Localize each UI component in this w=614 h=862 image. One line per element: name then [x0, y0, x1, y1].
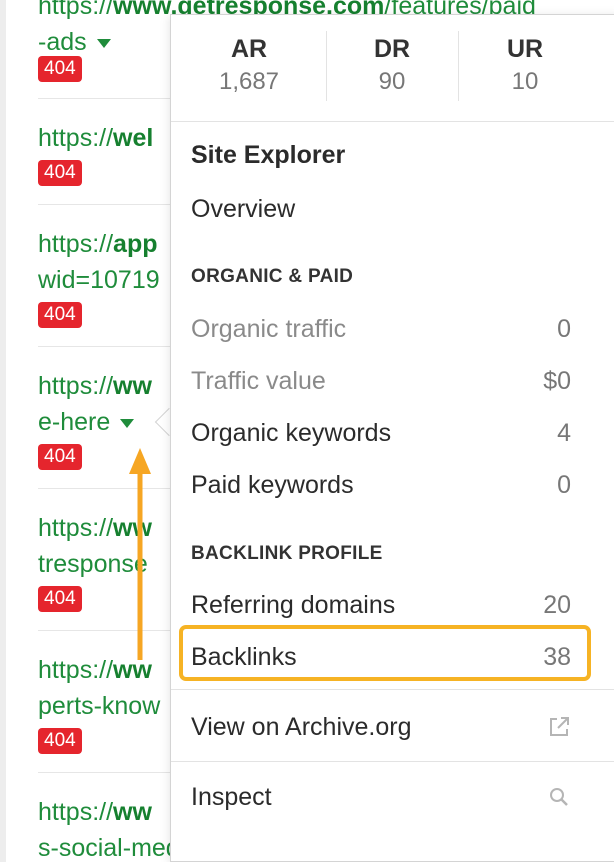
site-explorer-heading: Site Explorer	[191, 141, 346, 169]
status-badge: 404	[38, 586, 82, 612]
menu-item-organic-keywords[interactable]: Organic keywords 4	[191, 415, 571, 451]
status-badge: 404	[38, 160, 82, 186]
left-gutter	[0, 0, 6, 862]
divider	[171, 761, 614, 762]
section-organic-paid: ORGANIC & PAID	[191, 266, 354, 287]
metric-ur: UR 10	[506, 35, 544, 95]
divider	[171, 689, 614, 690]
status-badge: 404	[38, 728, 82, 754]
external-link-icon	[550, 717, 569, 736]
menu-item-overview[interactable]: Overview	[191, 191, 571, 227]
status-badge: 404	[38, 444, 82, 470]
menu-item-referring-domains[interactable]: Referring domains 20	[191, 587, 571, 623]
site-menu-popover: AR 1,687 DR 90 UR 10 Site Explorer Overv…	[170, 14, 614, 862]
status-badge: 404	[38, 56, 82, 82]
dropdown-caret-icon[interactable]	[96, 38, 111, 48]
menu-item-paid-keywords[interactable]: Paid keywords 0	[191, 467, 571, 503]
menu-item-view-archive[interactable]: View on Archive.org	[191, 709, 571, 745]
status-badge: 404	[38, 302, 82, 328]
menu-item-organic-traffic: Organic traffic 0	[191, 315, 571, 343]
section-backlink-profile: BACKLINK PROFILE	[191, 543, 383, 564]
page: https://www.getresponse.com/features/pai…	[0, 0, 614, 862]
metric-dr: DR 90	[373, 35, 411, 95]
metric-ar: AR 1,687	[218, 35, 280, 95]
highlight-box	[179, 625, 591, 681]
search-icon	[550, 788, 568, 806]
menu-item-inspect[interactable]: Inspect	[191, 779, 571, 815]
dropdown-caret-icon[interactable]	[120, 418, 135, 428]
menu-item-traffic-value: Traffic value $0	[191, 367, 571, 395]
annotation-arrow	[129, 448, 151, 660]
divider	[171, 121, 614, 122]
